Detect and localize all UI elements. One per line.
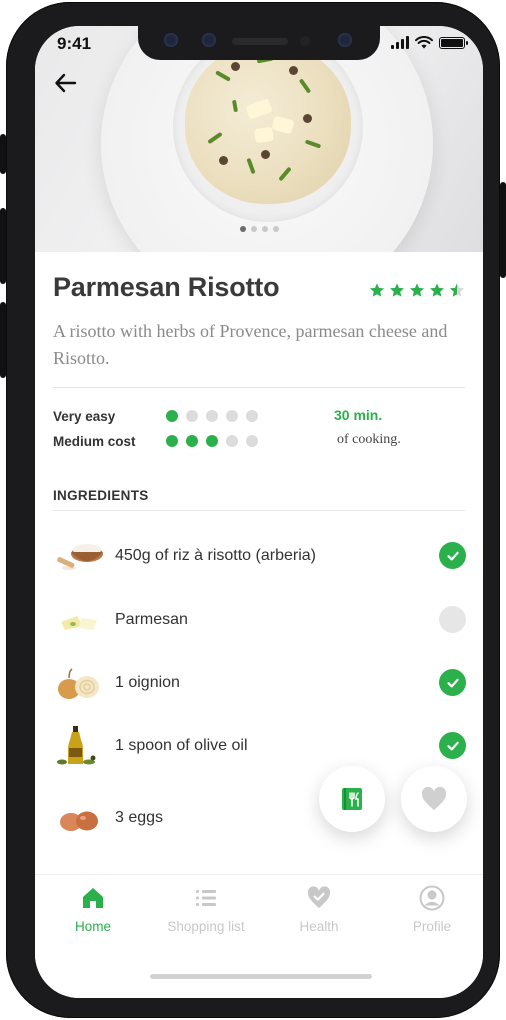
phone-side-button <box>0 134 6 174</box>
phone-side-button <box>0 302 6 378</box>
tab-shopping-list[interactable]: Shopping list <box>150 885 262 941</box>
carousel-dot[interactable] <box>250 226 257 232</box>
ingredient-row[interactable]: 1 spoon of olive oil <box>35 721 483 771</box>
status-time: 9:41 <box>57 34 92 53</box>
ingredients-heading: INGREDIENTS <box>53 488 149 503</box>
tab-label: Health <box>299 919 339 934</box>
tab-label: Shopping list <box>167 919 245 934</box>
ingredient-name: 1 spoon of olive oil <box>115 737 248 754</box>
favorite-button[interactable] <box>401 766 467 832</box>
bottom-tab-bar: Home Shopping list Health Profile <box>35 874 483 998</box>
cooking-time-suffix: of cooking. <box>337 432 401 447</box>
cooking-time: 30 min. <box>334 407 383 423</box>
carousel-dot[interactable] <box>261 226 268 232</box>
tab-home[interactable]: Home <box>37 885 149 941</box>
heart-check-icon <box>307 886 331 908</box>
rice-bowl-icon <box>57 544 103 570</box>
camera-lens <box>202 33 216 47</box>
risotto <box>185 44 351 204</box>
battery-icon <box>439 36 468 49</box>
home-indicator[interactable] <box>150 974 372 979</box>
phone-notch <box>138 26 380 60</box>
phone-side-button <box>500 182 506 278</box>
ingredient-checkbox[interactable] <box>439 669 466 696</box>
half-star-icon <box>450 283 464 297</box>
front-camera <box>338 33 352 47</box>
checkmark-icon <box>446 678 459 687</box>
onion-icon <box>58 668 99 699</box>
profile-icon <box>419 885 445 911</box>
ingredient-row[interactable]: Parmesan <box>35 595 483 645</box>
ingredient-name: Parmesan <box>115 611 188 628</box>
parmesan-icon <box>61 616 97 630</box>
difficulty-label: Very easy <box>53 409 116 424</box>
status-icons <box>391 36 468 49</box>
ingredient-name: 3 eggs <box>115 809 164 826</box>
cost-level <box>166 435 258 447</box>
carousel-indicator[interactable] <box>35 226 483 232</box>
tab-profile[interactable]: Profile <box>376 885 483 941</box>
earpiece-speaker <box>232 38 288 45</box>
tab-label: Profile <box>412 919 452 934</box>
tab-label: Home <box>74 919 111 934</box>
divider <box>53 510 465 511</box>
checkmark-icon <box>446 551 459 560</box>
wifi-icon <box>415 36 433 49</box>
ingredient-checkbox[interactable] <box>439 606 466 633</box>
signal-icon <box>391 36 409 49</box>
star-icon <box>410 283 424 297</box>
eggs-icon <box>60 811 98 831</box>
cost-label: Medium cost <box>53 434 136 449</box>
ingredient-name: 1 oignion <box>115 674 180 691</box>
recipe-title: Parmesan Risotto <box>53 272 280 302</box>
divider <box>53 387 465 388</box>
ingredient-checkbox[interactable] <box>439 542 466 569</box>
star-icon <box>370 283 384 297</box>
carousel-dot[interactable] <box>272 226 279 232</box>
ingredient-name: 450g of riz à risotto (arberia) <box>115 547 316 564</box>
difficulty-level <box>166 410 258 422</box>
recipe-description: A risotto with herbs of Provence, parmes… <box>53 321 448 368</box>
heart-icon <box>421 786 447 810</box>
restaurant-book-icon <box>342 788 362 810</box>
home-icon <box>83 888 103 908</box>
phone-frame: 9:41 Parmesan Risotto A risotto with her… <box>0 2 506 1018</box>
back-arrow-icon[interactable] <box>53 70 79 96</box>
app-screen: 9:41 Parmesan Risotto A risotto with her… <box>35 26 483 998</box>
star-icon <box>430 283 444 297</box>
proximity-sensor <box>300 36 310 46</box>
checkmark-icon <box>446 741 459 750</box>
list-icon <box>196 890 216 906</box>
star-icon <box>390 283 404 297</box>
olive-oil-bottle-icon <box>57 726 96 765</box>
carousel-dot[interactable] <box>239 226 246 232</box>
ingredient-row[interactable]: 450g of riz à risotto (arberia) <box>35 531 483 581</box>
ingredient-row[interactable]: 1 oignion <box>35 658 483 708</box>
phone-side-button <box>0 208 6 284</box>
rating-stars <box>369 282 465 298</box>
recipe-menu-button[interactable] <box>319 766 385 832</box>
ingredient-checkbox[interactable] <box>439 732 466 759</box>
camera-lens <box>164 33 178 47</box>
tab-health[interactable]: Health <box>263 885 375 941</box>
